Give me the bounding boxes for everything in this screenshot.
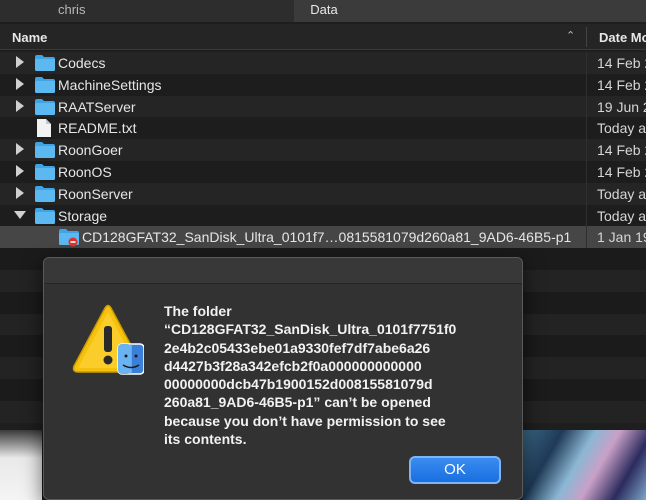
column-separator bbox=[586, 160, 587, 183]
item-label: MachineSettings bbox=[58, 76, 162, 93]
item-label: RoonServer bbox=[58, 185, 133, 202]
item-date: Today a bbox=[597, 185, 646, 202]
alert-message-line: “CD128GFAT32_SanDisk_Ultra_0101f7751f0 bbox=[164, 321, 457, 338]
list-item-storage[interactable]: Storage Today a bbox=[0, 204, 646, 227]
item-date: 14 Feb 2 bbox=[597, 142, 646, 159]
column-separator bbox=[586, 95, 587, 118]
column-separator bbox=[586, 117, 587, 140]
list-item-raatserver[interactable]: RAATServer 19 Jun 2 bbox=[0, 95, 646, 118]
sort-chevron-icon[interactable]: ⌃ bbox=[566, 29, 575, 42]
column-date-modified[interactable]: Date Mo bbox=[599, 30, 646, 45]
permission-alert-dialog: The folder “CD128GFAT32_SanDisk_Ultra_01… bbox=[43, 257, 523, 500]
document-icon bbox=[37, 119, 51, 138]
disclosure-triangle-expanded-icon[interactable] bbox=[14, 210, 26, 220]
item-date: 14 Feb 2 bbox=[597, 55, 646, 71]
folder-icon bbox=[35, 185, 55, 202]
desktop-wallpaper bbox=[0, 430, 42, 500]
list-item-machinesettings[interactable]: MachineSettings 14 Feb 2 bbox=[0, 73, 646, 96]
column-separator bbox=[586, 52, 587, 74]
item-label: RAATServer bbox=[58, 98, 136, 115]
disclosure-triangle-icon[interactable] bbox=[15, 99, 25, 112]
item-date: 1 Jan 19 bbox=[597, 229, 646, 246]
list-item-roongoer[interactable]: RoonGoer 14 Feb 2 bbox=[0, 139, 646, 161]
folder-icon bbox=[35, 207, 55, 224]
desktop-wallpaper bbox=[522, 430, 646, 500]
folder-icon bbox=[35, 163, 55, 180]
folder-icon bbox=[35, 55, 55, 71]
ok-button[interactable]: OK bbox=[409, 456, 501, 484]
alert-message-line: its contents. bbox=[164, 431, 247, 448]
item-label: RoonGoer bbox=[58, 142, 123, 159]
column-separator bbox=[586, 226, 587, 249]
folder-icon bbox=[35, 76, 55, 93]
item-date: Today a bbox=[597, 120, 646, 137]
column-name[interactable]: Name bbox=[12, 30, 47, 45]
disclosure-triangle-icon[interactable] bbox=[15, 77, 25, 90]
column-separator bbox=[586, 73, 587, 96]
item-label: Codecs bbox=[58, 55, 106, 71]
tab-bar: chris Data bbox=[0, 0, 646, 22]
list-item-roonos[interactable]: RoonOS 14 Feb 2 bbox=[0, 160, 646, 183]
item-label: RoonOS bbox=[58, 163, 112, 180]
disclosure-triangle-icon[interactable] bbox=[15, 164, 25, 177]
list-item-roonserver[interactable]: RoonServer Today a bbox=[0, 182, 646, 205]
folder-icon bbox=[35, 142, 55, 159]
item-date: 14 Feb 2 bbox=[597, 76, 646, 93]
item-date: Today a bbox=[597, 207, 646, 224]
item-date: 19 Jun 2 bbox=[597, 98, 646, 115]
alert-message-line: d4427b3f28a342efcb2f0a000000000000 bbox=[164, 357, 422, 374]
item-date: 14 Feb 2 bbox=[597, 163, 646, 180]
disclosure-triangle-icon[interactable] bbox=[15, 56, 25, 68]
folder-icon bbox=[35, 98, 55, 115]
disclosure-triangle-icon[interactable] bbox=[15, 186, 25, 199]
column-separator bbox=[586, 139, 587, 161]
item-label: README.txt bbox=[58, 120, 137, 137]
alert-message-line: 2e4b2c05433ebe01a9330fef7df7abe6a26 bbox=[164, 339, 431, 356]
list-item-codecs[interactable]: Codecs 14 Feb 2 bbox=[0, 52, 646, 74]
list-item-readme[interactable]: README.txt Today a bbox=[0, 117, 646, 140]
warning-finder-icon bbox=[72, 304, 144, 375]
tab-chris[interactable]: chris bbox=[0, 0, 294, 22]
alert-message-line: because you don’t have permission to see bbox=[164, 412, 446, 429]
dialog-titlebar[interactable] bbox=[44, 258, 522, 284]
alert-message: The folder “CD128GFAT32_SanDisk_Ultra_01… bbox=[164, 302, 504, 448]
column-divider[interactable] bbox=[586, 27, 587, 47]
column-separator bbox=[586, 204, 587, 227]
disclosure-triangle-icon[interactable] bbox=[15, 143, 25, 156]
item-label: Storage bbox=[58, 207, 108, 224]
column-header: Name ⌃ Date Mo bbox=[0, 24, 646, 50]
alert-message-line: 260a81_9AD6-46B5-p1” can’t be opened bbox=[164, 394, 431, 411]
tab-data[interactable]: Data bbox=[294, 0, 646, 22]
column-separator bbox=[586, 182, 587, 205]
item-label: CD128GFAT32_SanDisk_Ultra_0101f7…0815581… bbox=[82, 229, 572, 246]
alert-message-line: 00000000dcb47b1900152d00815581079d bbox=[164, 376, 433, 393]
list-item-sandisk-volume[interactable]: CD128GFAT32_SanDisk_Ultra_0101f7…0815581… bbox=[0, 226, 646, 249]
restricted-folder-icon bbox=[59, 229, 79, 247]
alert-message-line: The folder bbox=[164, 303, 232, 319]
